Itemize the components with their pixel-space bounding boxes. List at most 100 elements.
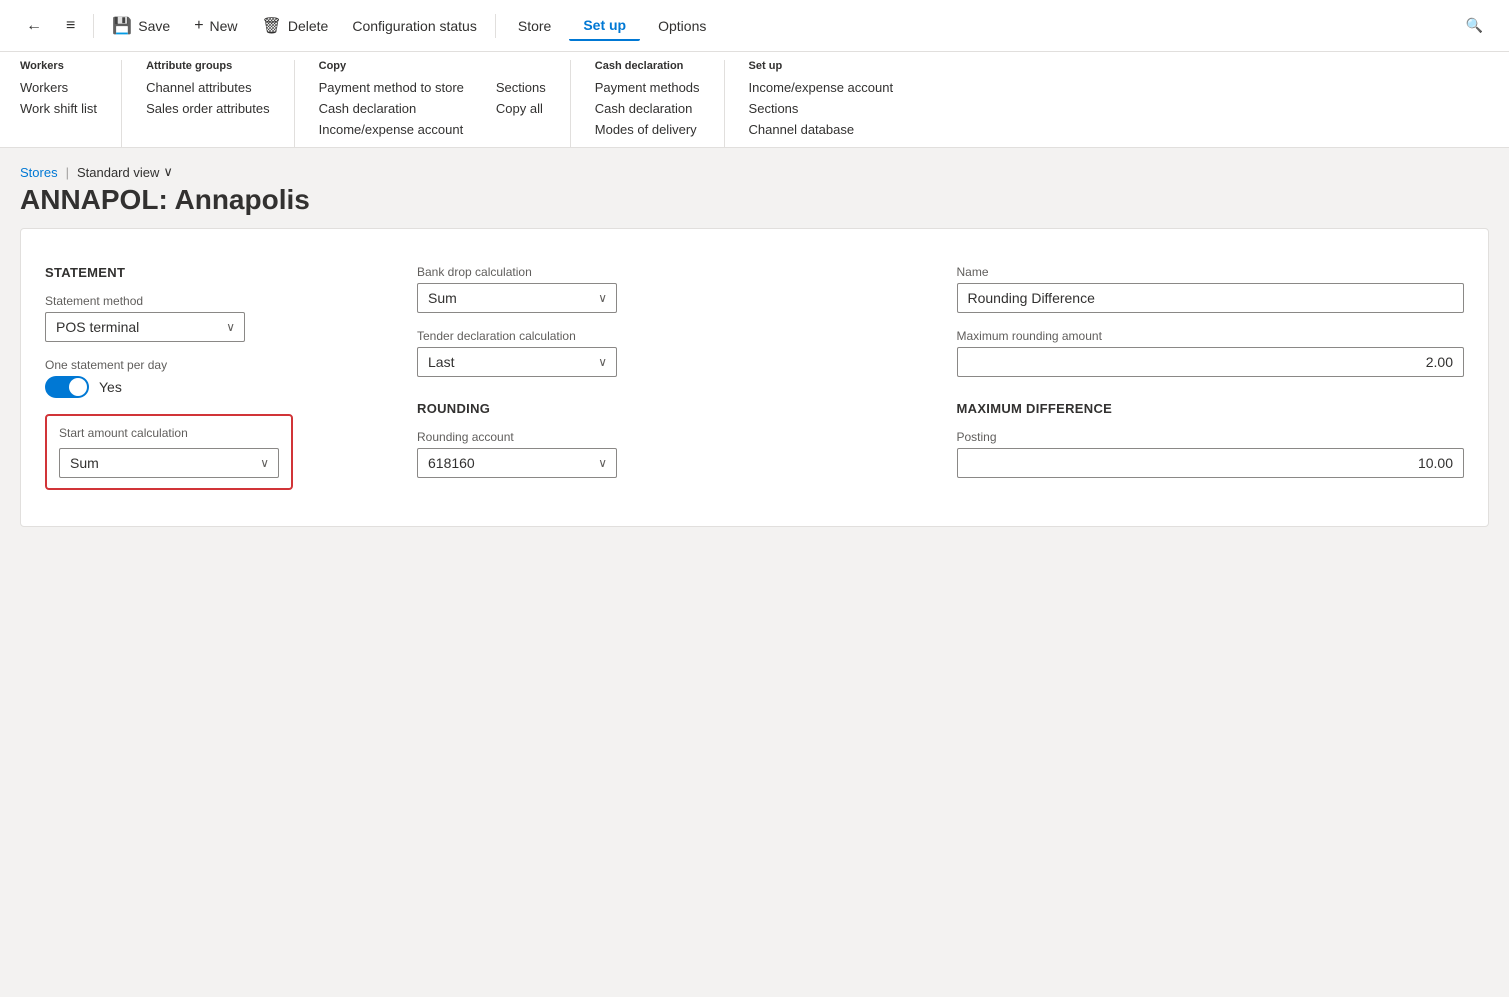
sections-grid: STATEMENT Statement method POS terminal … <box>45 249 1464 506</box>
ribbon-item-income-expense-copy[interactable]: Income/expense account <box>319 120 464 139</box>
start-amount-highlighted-box: Start amount calculation Sum Last Averag… <box>45 414 293 490</box>
ribbon-copy-cols: Payment method to store Cash declaration… <box>319 78 546 139</box>
start-amount-select[interactable]: Sum Last Average <box>59 448 279 478</box>
menu-icon: ≡ <box>66 17 75 35</box>
plus-icon: + <box>194 17 203 35</box>
ribbon-group-workers: Workers Workers Work shift list <box>20 60 122 147</box>
page-wrapper: Stores | Standard view ∨ ANNAPOL: Annapo… <box>0 148 1509 543</box>
bank-drop-label: Bank drop calculation <box>417 265 925 279</box>
statement-method-select[interactable]: POS terminal Staff Independent <box>45 312 245 342</box>
rounding-account-wrapper: 618160 ∨ <box>417 448 617 478</box>
ribbon-group-attribute-label: Attribute groups <box>146 60 270 72</box>
ribbon-cash-decl-items: Payment methods Cash declaration Modes o… <box>595 78 700 139</box>
ribbon-workers-items: Workers Work shift list <box>20 78 97 118</box>
new-button[interactable]: + New <box>184 11 247 41</box>
tender-decl-label: Tender declaration calculation <box>417 329 925 343</box>
ribbon-item-copy-all[interactable]: Copy all <box>496 99 546 118</box>
ribbon-group-setup: Set up Income/expense account Sections C… <box>749 60 918 147</box>
breadcrumb-stores-link[interactable]: Stores <box>20 165 58 180</box>
standard-view-dropdown[interactable]: Standard view ∨ <box>77 164 173 180</box>
ribbon-attribute-items: Channel attributes Sales order attribute… <box>146 78 270 118</box>
search-icon: 🔍 <box>1466 17 1483 34</box>
toggle-container: Yes <box>45 376 385 398</box>
tender-decl-select[interactable]: Sum Last Average <box>417 347 617 377</box>
max-rounding-input[interactable] <box>957 347 1465 377</box>
ribbon-group-cash-decl: Cash declaration Payment methods Cash de… <box>595 60 725 147</box>
max-rounding-label: Maximum rounding amount <box>957 329 1465 343</box>
ribbon-item-sections-setup[interactable]: Sections <box>749 99 894 118</box>
middle-section: Bank drop calculation Sum Last Average ∨… <box>417 265 925 506</box>
save-button[interactable]: 💾 Save <box>102 10 180 42</box>
ribbon-item-channel-attrs[interactable]: Channel attributes <box>146 78 270 97</box>
back-icon: ← <box>26 17 42 35</box>
delete-label: Delete <box>288 18 328 34</box>
ribbon-item-payment-methods[interactable]: Payment methods <box>595 78 700 97</box>
name-input[interactable] <box>957 283 1465 313</box>
tender-decl-group: Tender declaration calculation Sum Last … <box>417 329 925 377</box>
start-amount-group: Start amount calculation Sum Last Averag… <box>45 414 385 490</box>
new-label: New <box>210 18 238 34</box>
ribbon-item-channel-database[interactable]: Channel database <box>749 120 894 139</box>
page-title: ANNAPOL: Annapolis <box>20 184 1489 216</box>
name-label: Name <box>957 265 1465 279</box>
separator-1 <box>93 14 94 38</box>
ribbon-group-attribute: Attribute groups Channel attributes Sale… <box>146 60 295 147</box>
save-icon: 💾 <box>112 16 132 36</box>
toolbar: ← ≡ 💾 Save + New 🗑 Delete Configuration … <box>0 0 1509 52</box>
start-amount-wrapper: Sum Last Average ∨ <box>59 448 279 478</box>
ribbon: Workers Workers Work shift list Attribut… <box>0 52 1509 148</box>
ribbon-group-copy-label: Copy <box>319 60 546 72</box>
toggle-yes-label: Yes <box>99 379 122 395</box>
rounding-account-label: Rounding account <box>417 430 925 444</box>
right-section: Name Maximum rounding amount MAXIMUM DIF… <box>957 265 1465 506</box>
config-status-button[interactable]: Configuration status <box>342 12 487 40</box>
toggle-knob <box>69 378 87 396</box>
statement-method-wrapper: POS terminal Staff Independent ∨ <box>45 312 245 342</box>
statement-method-group: Statement method POS terminal Staff Inde… <box>45 294 385 342</box>
ribbon-item-workers[interactable]: Workers <box>20 78 97 97</box>
name-group: Name <box>957 265 1465 313</box>
config-status-label: Configuration status <box>352 18 477 34</box>
content-card: STATEMENT Statement method POS terminal … <box>20 228 1489 527</box>
back-button[interactable]: ← <box>16 11 52 41</box>
ribbon-copy-col2: Sections Copy all <box>496 78 546 139</box>
ribbon-group-setup-label: Set up <box>749 60 894 72</box>
posting-group: Posting <box>957 430 1465 478</box>
ribbon-item-sections-copy[interactable]: Sections <box>496 78 546 97</box>
rounding-section: ROUNDING Rounding account 618160 ∨ <box>417 401 925 478</box>
posting-input[interactable] <box>957 448 1465 478</box>
delete-icon: 🗑 <box>262 16 282 36</box>
ribbon-group-cash-decl-label: Cash declaration <box>595 60 700 72</box>
breadcrumb-separator: | <box>66 165 69 180</box>
one-per-day-group: One statement per day Yes <box>45 358 385 398</box>
tab-setup[interactable]: Set up <box>569 11 640 41</box>
breadcrumb: Stores | Standard view ∨ <box>20 164 1489 180</box>
one-per-day-label: One statement per day <box>45 358 385 372</box>
tab-store[interactable]: Store <box>504 12 565 40</box>
ribbon-item-cash-declaration[interactable]: Cash declaration <box>595 99 700 118</box>
menu-button[interactable]: ≡ <box>56 11 85 41</box>
separator-2 <box>495 14 496 38</box>
ribbon-item-sales-order-attrs[interactable]: Sales order attributes <box>146 99 270 118</box>
max-diff-section-title: MAXIMUM DIFFERENCE <box>957 401 1465 416</box>
delete-button[interactable]: 🗑 Delete <box>252 10 339 42</box>
search-button[interactable]: 🔍 <box>1456 11 1493 40</box>
ribbon-group-workers-label: Workers <box>20 60 97 72</box>
statement-section-title: STATEMENT <box>45 265 385 280</box>
ribbon-item-payment-method-to-store[interactable]: Payment method to store <box>319 78 464 97</box>
statement-section: STATEMENT Statement method POS terminal … <box>45 265 385 506</box>
rounding-account-select[interactable]: 618160 <box>417 448 617 478</box>
rounding-section-title: ROUNDING <box>417 401 925 416</box>
ribbon-item-income-expense-account[interactable]: Income/expense account <box>749 78 894 97</box>
ribbon-item-modes-of-delivery[interactable]: Modes of delivery <box>595 120 700 139</box>
tab-options[interactable]: Options <box>644 12 720 40</box>
ribbon-setup-cols: Income/expense account Sections Channel … <box>749 78 894 139</box>
save-label: Save <box>138 18 170 34</box>
ribbon-copy-col1: Payment method to store Cash declaration… <box>319 78 464 139</box>
ribbon-item-cash-declaration-copy[interactable]: Cash declaration <box>319 99 464 118</box>
bank-drop-group: Bank drop calculation Sum Last Average ∨ <box>417 265 925 313</box>
bank-drop-select[interactable]: Sum Last Average <box>417 283 617 313</box>
rounding-account-group: Rounding account 618160 ∨ <box>417 430 925 478</box>
one-per-day-toggle[interactable] <box>45 376 89 398</box>
ribbon-item-work-shift-list[interactable]: Work shift list <box>20 99 97 118</box>
